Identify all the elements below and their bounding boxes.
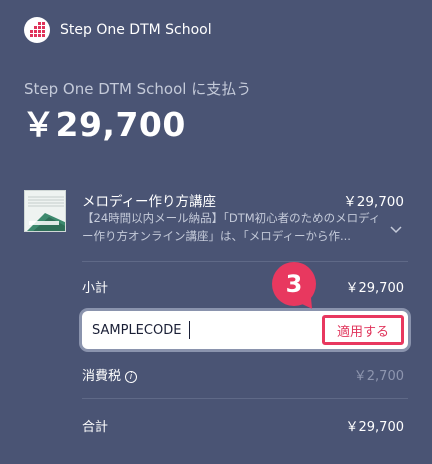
total-amount-heading: ￥29,700 [22, 105, 186, 144]
divider [82, 261, 408, 262]
subtotal-label: 小計 [82, 281, 109, 296]
chevron-down-icon[interactable] [390, 226, 402, 234]
tax-row-label: 消費税 i [82, 365, 138, 384]
subtotal-value: ￥29,700 [345, 281, 405, 296]
tax-label: 消費税 [82, 369, 122, 384]
product-line-item: メロディー作り方講座 ￥29,700 【24時間以内メール納品】「DTM初心者の… [24, 190, 408, 243]
promo-code-field-wrapper: 適用する [82, 311, 408, 349]
total-label: 合計 [82, 420, 109, 435]
product-name: メロディー作り方講座 [82, 194, 217, 210]
info-icon[interactable]: i [125, 370, 138, 383]
pay-to-label: Step One DTM School に支払う [24, 80, 252, 98]
apply-promo-button[interactable]: 適用する [322, 315, 404, 345]
header: Step One DTM School [24, 16, 212, 44]
product-price: ￥29,700 [343, 194, 404, 210]
product-description: 【24時間以内メール納品】「DTM初心者のためのメロディー作り方オンライン講座」… [82, 211, 381, 243]
divider [82, 398, 408, 399]
promo-code-input[interactable] [92, 320, 312, 340]
step-one-logo-icon [24, 17, 50, 43]
tax-value: ￥2,700 [353, 369, 404, 384]
text-caret [189, 321, 190, 339]
step-callout-badge: 3 [272, 262, 316, 306]
product-thumbnail [24, 190, 66, 232]
merchant-name: Step One DTM School [60, 22, 212, 38]
total-value: ￥29,700 [345, 420, 405, 435]
